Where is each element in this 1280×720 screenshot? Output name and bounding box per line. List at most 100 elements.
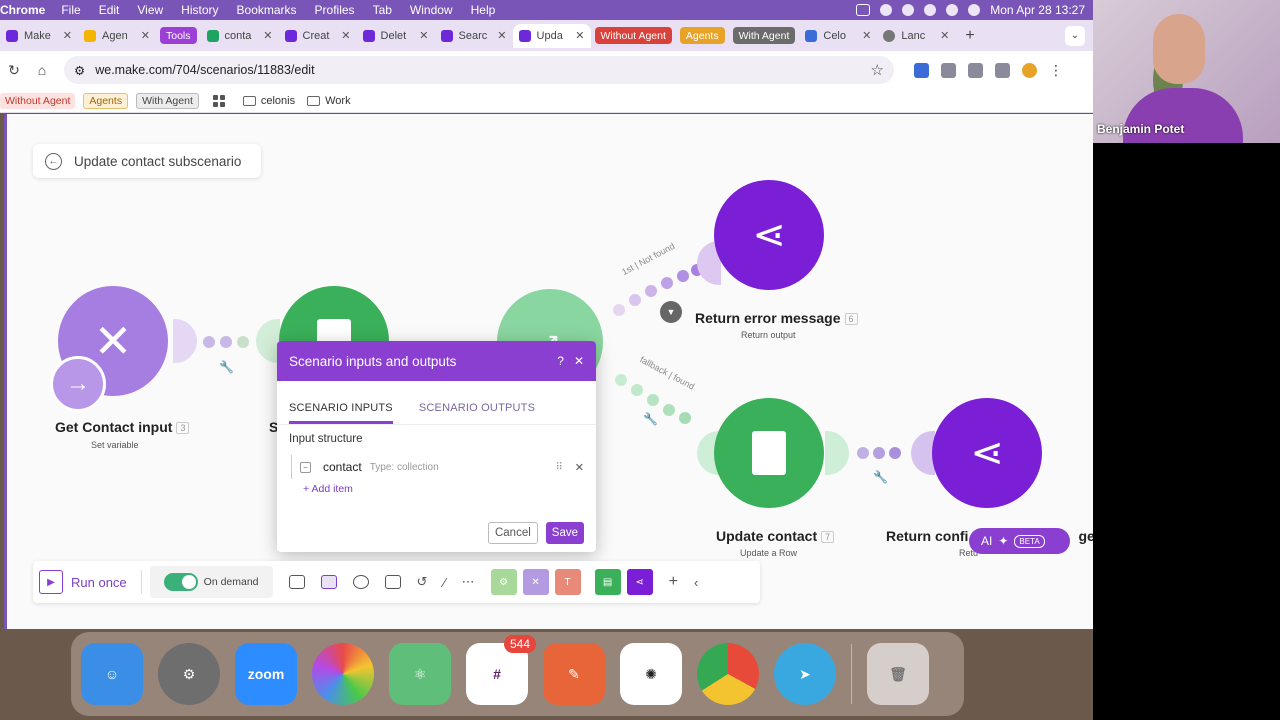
cloud-icon[interactable] (880, 4, 893, 16)
menu-bookmarks[interactable]: Bookmarks (237, 3, 297, 17)
extension-icon[interactable] (968, 62, 983, 78)
run-once-button[interactable]: ▶ Run once (39, 570, 142, 594)
collapse-toolbar-icon[interactable]: ‹ (694, 575, 698, 590)
site-settings-icon[interactable]: ⚙ (74, 63, 85, 78)
wrench-icon[interactable]: 🔧 (219, 360, 234, 374)
close-icon[interactable]: ✕ (263, 29, 272, 42)
tab-contacts[interactable]: conta ✕ (201, 24, 279, 48)
telegram-icon[interactable]: ➤ (774, 643, 836, 705)
wrench-icon[interactable]: 🔧 (873, 470, 888, 484)
menu-file[interactable]: File (61, 3, 80, 17)
compass-icon[interactable] (902, 4, 915, 16)
tab-celonis[interactable]: Celo ✕ (799, 24, 877, 48)
finder-icon[interactable]: ☺ (81, 643, 143, 705)
tab-scenario-inputs[interactable]: SCENARIO INPUTS (289, 402, 393, 424)
atom-icon[interactable]: ⚛ (389, 643, 451, 705)
close-icon[interactable]: ✕ (141, 29, 150, 42)
tab-scenario-outputs[interactable]: SCENARIO OUTPUTS (419, 402, 535, 424)
route-label[interactable]: 1st | Not found (620, 241, 676, 277)
ai-assistant-button[interactable]: AI ✦ BETA (969, 528, 1070, 554)
cancel-button[interactable]: Cancel (487, 522, 538, 544)
url-text[interactable]: we.make.com/704/scenarios/11883/edit (95, 63, 860, 77)
close-icon[interactable]: ✕ (574, 354, 584, 368)
close-icon[interactable]: ✕ (862, 29, 871, 42)
sheets-module-icon[interactable]: ▤ (594, 569, 621, 595)
schedule-toggle[interactable] (163, 573, 198, 591)
bookmark-group-without-agent[interactable]: Without Agent (0, 92, 76, 109)
tab-group-without-agent[interactable]: Without Agent (594, 27, 672, 44)
input-item-row[interactable]: − contact Type: collection ⠿ ✕ (291, 455, 584, 479)
close-icon[interactable]: ✕ (575, 29, 584, 42)
flow-control-icon[interactable]: ✕ (522, 569, 549, 595)
add-module-icon[interactable]: + (669, 573, 678, 591)
puzzle-icon[interactable] (995, 62, 1010, 78)
route-label[interactable]: fallback | found (638, 354, 696, 391)
add-item-button[interactable]: + Add item (303, 483, 584, 495)
search-icon[interactable] (968, 4, 981, 16)
back-arrow-icon[interactable]: ← (45, 152, 62, 170)
tab-group-with-agent[interactable]: With Agent (732, 27, 796, 44)
menu-help[interactable]: Help (471, 3, 496, 17)
bookmark-star-icon[interactable]: ☆ (871, 61, 884, 79)
collapse-icon[interactable]: − (300, 461, 311, 473)
tools-module-icon[interactable]: ⚙ (490, 569, 517, 595)
node-return-confirmation[interactable]: ⋖ (932, 398, 1042, 508)
tab-search-chevron-icon[interactable]: ⌄ (1065, 25, 1085, 46)
new-tab-icon[interactable]: + (965, 27, 974, 45)
address-bar[interactable]: ⚙ we.make.com/704/scenarios/11883/edit ☆ (64, 56, 894, 84)
tab-create[interactable]: Creat ✕ (279, 24, 357, 48)
io-icon[interactable] (320, 575, 337, 589)
home-icon[interactable]: ⌂ (28, 62, 56, 78)
tab-group-tools[interactable]: Tools (160, 27, 197, 44)
close-icon[interactable]: ✕ (940, 29, 949, 42)
app-menu[interactable]: Chrome (0, 3, 45, 17)
magic-wand-icon[interactable]: ⁄ (443, 575, 445, 590)
bookmark-group-agents[interactable]: Agents (83, 92, 129, 109)
help-icon[interactable]: ? (557, 354, 564, 368)
close-icon[interactable]: ✕ (497, 29, 506, 42)
share-module-icon[interactable]: ⋖ (626, 569, 653, 595)
system-settings-icon[interactable]: ⚙ (158, 643, 220, 705)
menu-view[interactable]: View (137, 3, 163, 17)
remove-icon[interactable]: ✕ (575, 461, 584, 474)
node-return-error[interactable]: ⋖ (714, 180, 824, 290)
item-name[interactable]: contact (323, 460, 362, 474)
clock[interactable]: Mon Apr 28 13:27 (990, 3, 1085, 17)
tab-group-agents[interactable]: Agents (679, 27, 725, 44)
close-icon[interactable]: ✕ (341, 29, 350, 42)
save-icon[interactable] (288, 575, 305, 589)
menu-history[interactable]: History (181, 3, 218, 17)
close-icon[interactable]: ✕ (419, 29, 428, 42)
extension-icon[interactable] (941, 62, 956, 78)
reload-icon[interactable]: ↻ (0, 62, 28, 79)
tab-search[interactable]: Searc ✕ (435, 24, 513, 48)
text-parser-icon[interactable]: T (554, 569, 581, 595)
chatgpt-icon[interactable]: ✺ (620, 643, 682, 705)
trash-icon[interactable]: 🗑 (867, 643, 929, 705)
apps-grid-icon[interactable] (212, 94, 225, 107)
undo-icon[interactable]: ↺ (417, 574, 428, 590)
close-icon[interactable]: ✕ (63, 29, 72, 42)
menu-edit[interactable]: Edit (99, 3, 120, 17)
settings-gear-icon[interactable] (352, 575, 369, 589)
zoom-icon[interactable]: zoom (235, 643, 297, 705)
menu-window[interactable]: Window (410, 3, 453, 17)
pen-icon[interactable]: ✎ (543, 643, 605, 705)
color-picker-icon[interactable] (312, 643, 374, 705)
bookmark-folder-work[interactable]: Work (307, 95, 351, 107)
save-button[interactable]: Save (545, 522, 584, 544)
tab-make[interactable]: Make ✕ (0, 24, 78, 48)
screen-icon[interactable] (856, 4, 871, 16)
menu-profiles[interactable]: Profiles (315, 3, 355, 17)
filter-funnel-icon[interactable]: ▼ (660, 301, 682, 323)
gear-icon[interactable] (924, 4, 937, 16)
extension-icon[interactable] (914, 62, 929, 78)
profile-avatar[interactable] (1022, 62, 1037, 78)
schedule-control[interactable]: On demand (149, 566, 273, 598)
node-update-contact[interactable] (714, 398, 824, 508)
notes-icon[interactable] (384, 575, 401, 589)
more-menu-icon[interactable]: ⋮ (1049, 62, 1063, 79)
tab-delete[interactable]: Delet ✕ (357, 24, 435, 48)
bookmark-group-with-agent[interactable]: With Agent (136, 92, 199, 109)
drag-handle-icon[interactable]: ⠿ (555, 462, 562, 473)
